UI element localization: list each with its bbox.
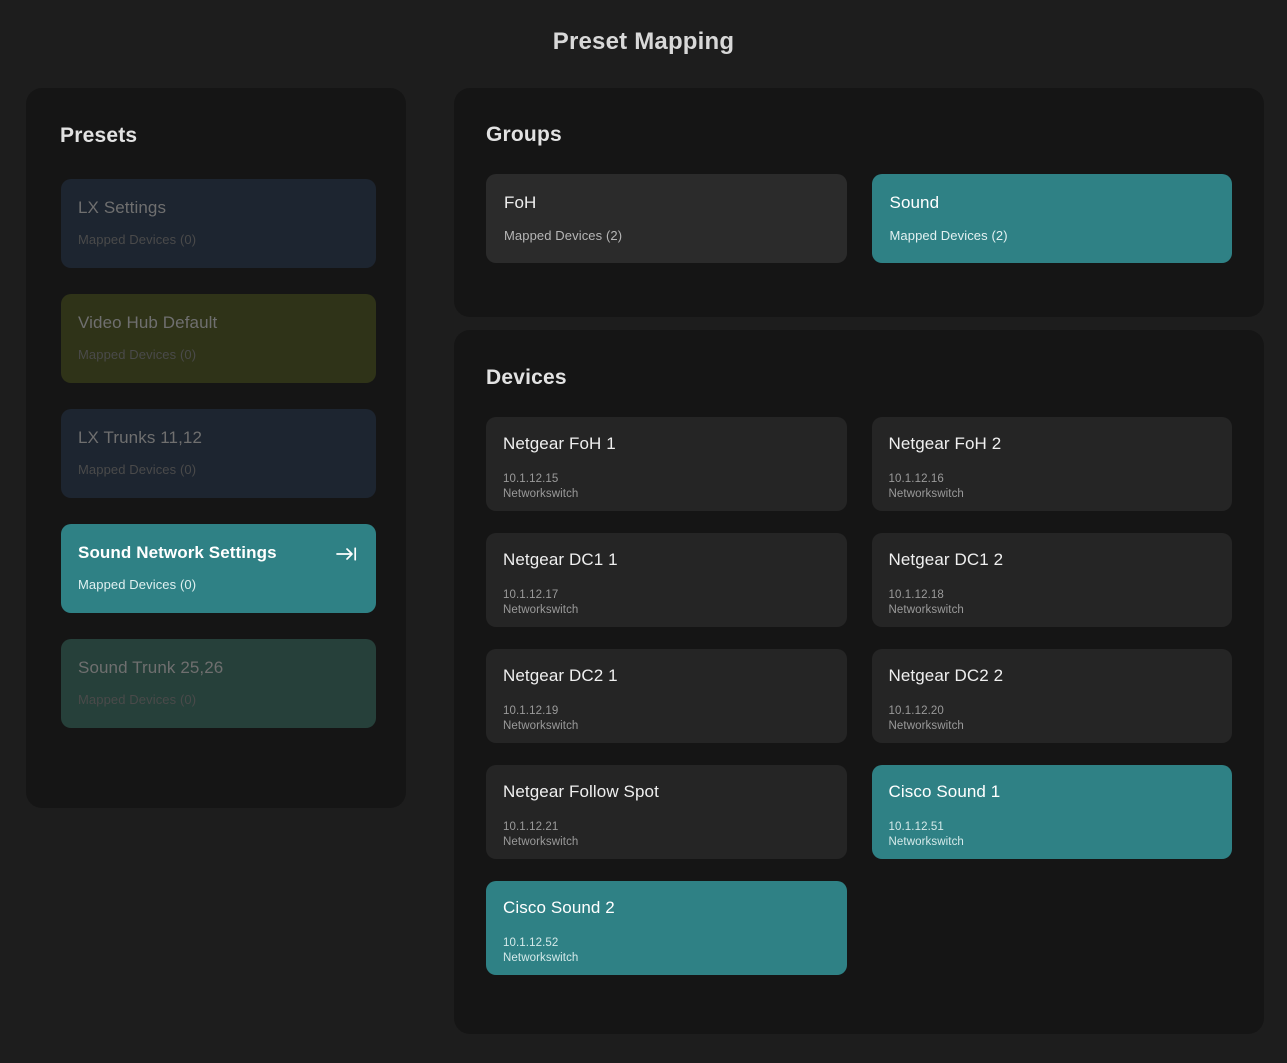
preset-mapping-screen: Preset Mapping Presets LX Settings Mapped…: [0, 0, 1287, 1063]
device-ip: 10.1.12.15: [503, 472, 831, 488]
preset-mapped-count: Mapped Devices (0): [78, 347, 358, 362]
device-type: Networkswitch: [503, 603, 831, 619]
device-grid: Netgear FoH 110.1.12.15NetworkswitchNetg…: [486, 417, 1232, 975]
device-meta: 10.1.12.52Networkswitch: [503, 936, 831, 967]
device-name: Netgear DC1 1: [503, 551, 831, 570]
group-card[interactable]: Sound Mapped Devices (2): [872, 174, 1233, 263]
device-type: Networkswitch: [503, 487, 831, 503]
device-ip: 10.1.12.19: [503, 704, 831, 720]
device-ip: 10.1.12.52: [503, 936, 831, 952]
device-name: Cisco Sound 2: [503, 899, 831, 918]
device-name: Cisco Sound 1: [889, 783, 1217, 802]
device-card[interactable]: Netgear DC1 2 10.1.12.18Networkswitch: [872, 533, 1233, 627]
device-meta: 10.1.12.20Networkswitch: [889, 704, 1217, 735]
device-ip: 10.1.12.18: [889, 588, 1217, 604]
preset-mapped-count: Mapped Devices (0): [78, 462, 358, 477]
device-ip: 10.1.12.16: [889, 472, 1217, 488]
groups-heading: Groups: [486, 123, 1264, 147]
preset-card[interactable]: Video Hub Default Mapped Devices (0): [61, 294, 376, 383]
presets-heading: Presets: [60, 124, 406, 148]
preset-name: LX Settings: [78, 199, 358, 218]
device-meta: 10.1.12.51Networkswitch: [889, 820, 1217, 851]
device-card[interactable]: Cisco Sound 1 10.1.12.51Networkswitch: [872, 765, 1233, 859]
device-card[interactable]: Netgear DC2 1 10.1.12.19Networkswitch: [486, 649, 847, 743]
arrow-right-to-line-icon[interactable]: [336, 544, 358, 564]
device-card[interactable]: Netgear Follow Spot 10.1.12.21Networkswit…: [486, 765, 847, 859]
device-ip: 10.1.12.17: [503, 588, 831, 604]
device-meta: 10.1.12.18Networkswitch: [889, 588, 1217, 619]
preset-list: LX SettingsMapped Devices (0)Video Hub D…: [26, 179, 406, 728]
device-ip: 10.1.12.20: [889, 704, 1217, 720]
device-type: Networkswitch: [503, 835, 831, 851]
device-type: Networkswitch: [889, 487, 1217, 503]
preset-name: LX Trunks 11,12: [78, 429, 358, 448]
preset-card[interactable]: LX Trunks 11,12 Mapped Devices (0): [61, 409, 376, 498]
device-meta: 10.1.12.17Networkswitch: [503, 588, 831, 619]
device-card[interactable]: Netgear FoH 2 10.1.12.16Networkswitch: [872, 417, 1233, 511]
preset-card[interactable]: LX Settings Mapped Devices (0): [61, 179, 376, 268]
device-name: Netgear FoH 1: [503, 435, 831, 454]
preset-name: Video Hub Default: [78, 314, 358, 333]
device-card[interactable]: Netgear DC1 1 10.1.12.17Networkswitch: [486, 533, 847, 627]
device-card[interactable]: Netgear DC2 2 10.1.12.20Networkswitch: [872, 649, 1233, 743]
preset-mapped-count: Mapped Devices (0): [78, 232, 358, 247]
group-mapped-count: Mapped Devices (2): [890, 228, 1215, 243]
preset-card[interactable]: Sound Network Settings Mapped Devices (0): [61, 524, 376, 613]
device-ip: 10.1.12.51: [889, 820, 1217, 836]
presets-panel: Presets LX SettingsMapped Devices (0)Vid…: [26, 88, 406, 808]
groups-panel: Groups FoH Mapped Devices (2) Sound Mapped …: [454, 88, 1264, 317]
group-name: FoH: [504, 194, 829, 213]
device-card[interactable]: Netgear FoH 1 10.1.12.15Networkswitch: [486, 417, 847, 511]
device-ip: 10.1.12.21: [503, 820, 831, 836]
device-name: Netgear DC2 1: [503, 667, 831, 686]
device-name: Netgear Follow Spot: [503, 783, 831, 802]
device-meta: 10.1.12.19Networkswitch: [503, 704, 831, 735]
device-type: Networkswitch: [503, 719, 831, 735]
device-name: Netgear DC2 2: [889, 667, 1217, 686]
device-meta: 10.1.12.16Networkswitch: [889, 472, 1217, 503]
device-card[interactable]: Cisco Sound 2 10.1.12.52Networkswitch: [486, 881, 847, 975]
preset-mapped-count: Mapped Devices (0): [78, 577, 358, 592]
preset-name: Sound Network Settings: [78, 544, 358, 563]
device-meta: 10.1.12.15Networkswitch: [503, 472, 831, 503]
page-title: Preset Mapping: [0, 28, 1287, 56]
preset-name: Sound Trunk 25,26: [78, 659, 358, 678]
device-type: Networkswitch: [889, 603, 1217, 619]
preset-mapped-count: Mapped Devices (0): [78, 692, 358, 707]
device-meta: 10.1.12.21Networkswitch: [503, 820, 831, 851]
device-type: Networkswitch: [889, 719, 1217, 735]
device-type: Networkswitch: [889, 835, 1217, 851]
group-mapped-count: Mapped Devices (2): [504, 228, 829, 243]
group-grid: FoH Mapped Devices (2) Sound Mapped Devices…: [486, 174, 1232, 263]
devices-heading: Devices: [486, 366, 1264, 390]
device-type: Networkswitch: [503, 951, 831, 967]
devices-panel: Devices Netgear FoH 110.1.12.15Networksw…: [454, 330, 1264, 1034]
device-name: Netgear FoH 2: [889, 435, 1217, 454]
preset-card[interactable]: Sound Trunk 25,26 Mapped Devices (0): [61, 639, 376, 728]
group-name: Sound: [890, 194, 1215, 213]
device-name: Netgear DC1 2: [889, 551, 1217, 570]
group-card[interactable]: FoH Mapped Devices (2): [486, 174, 847, 263]
